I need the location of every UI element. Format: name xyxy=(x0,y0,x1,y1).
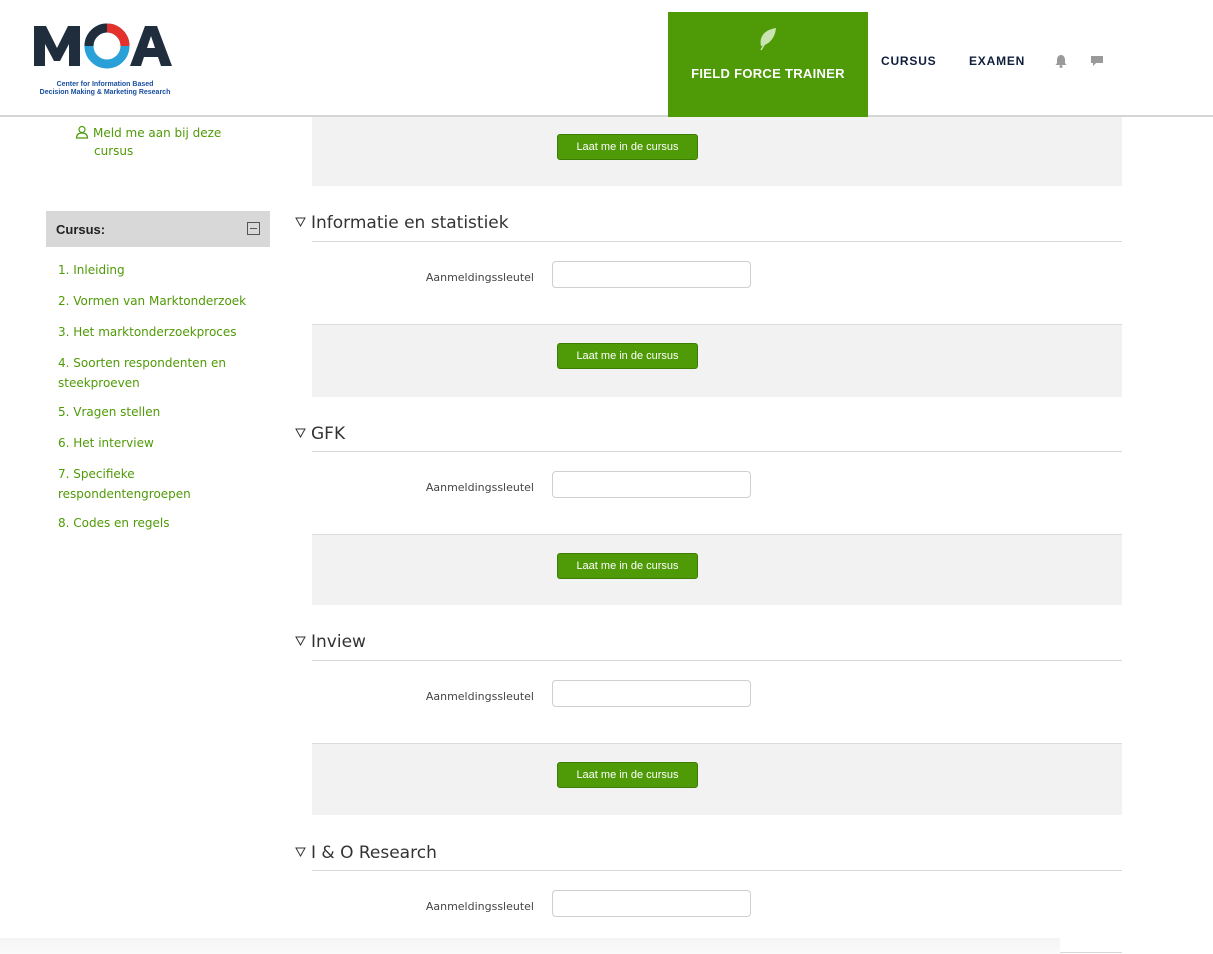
enrol-button-3[interactable]: Laat me in de cursus xyxy=(557,762,698,788)
section-divider-1 xyxy=(312,241,1122,242)
enrol-link-text-1: Meld me aan bij deze xyxy=(93,126,222,140)
chapter-link-5[interactable]: 5. Vragen stellen xyxy=(58,402,268,422)
moa-logo[interactable]: Center for Information Based Decision Ma… xyxy=(30,20,180,100)
nav-cursus-link[interactable]: CURSUS xyxy=(881,54,936,68)
chapter-link-4[interactable]: 4. Soorten respondenten en steekproeven xyxy=(58,353,268,393)
section-divider-2 xyxy=(312,451,1122,452)
enrol-key-label-2: Aanmeldingssleutel xyxy=(425,481,534,494)
section-heading-4[interactable]: I & O Research xyxy=(295,843,437,863)
cursus-block-header: Cursus: xyxy=(46,211,270,247)
enrol-action-box-1: Laat me in de cursus xyxy=(312,324,1122,397)
expand-triangle-icon xyxy=(295,428,306,438)
enrol-key-input-4[interactable] xyxy=(552,890,751,917)
section-title-3: Inview xyxy=(311,632,366,652)
enrol-key-input-2[interactable] xyxy=(552,471,751,498)
site-header: Center for Information Based Decision Ma… xyxy=(0,0,1213,117)
nav-examen-link[interactable]: EXAMEN xyxy=(969,54,1025,68)
enrol-link-text-2: cursus xyxy=(94,144,134,158)
enrol-action-box-3: Laat me in de cursus xyxy=(312,743,1122,815)
cursus-block-title: Cursus: xyxy=(56,222,106,237)
bell-icon[interactable] xyxy=(1053,53,1069,69)
enrol-key-input-1[interactable] xyxy=(552,261,751,288)
chapter-link-6[interactable]: 6. Het interview xyxy=(58,433,268,453)
enrol-button-0[interactable]: Laat me in de cursus xyxy=(557,134,698,160)
course-chapter-list: 1. Inleiding 2. Vormen van Marktonderzoe… xyxy=(58,260,268,544)
section-title-4: I & O Research xyxy=(311,843,437,863)
chapter-link-3[interactable]: 3. Het marktonderzoekproces xyxy=(58,322,268,342)
enrol-key-label-4: Aanmeldingssleutel xyxy=(425,900,534,913)
section-title-1: Informatie en statistiek xyxy=(311,213,509,233)
chapter-link-7[interactable]: 7. Specifieke respondentengroepen xyxy=(58,464,268,504)
expand-triangle-icon xyxy=(295,217,306,227)
enrol-me-link[interactable]: Meld me aan bij deze cursus xyxy=(75,124,275,160)
enrol-action-box-0: Laat me in de cursus xyxy=(312,117,1122,186)
user-icon xyxy=(75,125,89,139)
leaf-icon xyxy=(760,28,776,51)
expand-triangle-icon xyxy=(295,636,306,646)
page-bottom-fade xyxy=(0,938,1060,954)
logo-tagline-2: Decision Making & Marketing Research xyxy=(39,89,171,96)
chapter-link-8[interactable]: 8. Codes en regels xyxy=(58,513,268,533)
section-divider-3 xyxy=(312,660,1122,661)
enrol-key-input-3[interactable] xyxy=(552,680,751,707)
nav-field-force-trainer[interactable]: FIELD FORCE TRAINER xyxy=(668,12,868,117)
section-title-2: GFK xyxy=(311,424,346,444)
chat-icon[interactable] xyxy=(1089,53,1105,69)
enrol-key-label-3: Aanmeldingssleutel xyxy=(425,690,534,703)
moa-logo-mark xyxy=(34,23,172,69)
section-divider-4 xyxy=(312,870,1122,871)
expand-triangle-icon xyxy=(295,847,306,857)
enrol-key-label-1: Aanmeldingssleutel xyxy=(425,271,534,284)
section-heading-2[interactable]: GFK xyxy=(295,424,345,444)
chapter-link-1[interactable]: 1. Inleiding xyxy=(58,260,268,280)
chapter-link-2[interactable]: 2. Vormen van Marktonderzoek xyxy=(58,291,268,311)
enrol-action-box-2: Laat me in de cursus xyxy=(312,534,1122,605)
brand-label: FIELD FORCE TRAINER xyxy=(691,66,845,81)
enrol-button-1[interactable]: Laat me in de cursus xyxy=(557,343,698,369)
section-heading-1[interactable]: Informatie en statistiek xyxy=(295,213,509,233)
enrol-button-2[interactable]: Laat me in de cursus xyxy=(557,553,698,579)
section-heading-3[interactable]: Inview xyxy=(295,632,366,652)
collapse-icon[interactable] xyxy=(247,222,260,235)
